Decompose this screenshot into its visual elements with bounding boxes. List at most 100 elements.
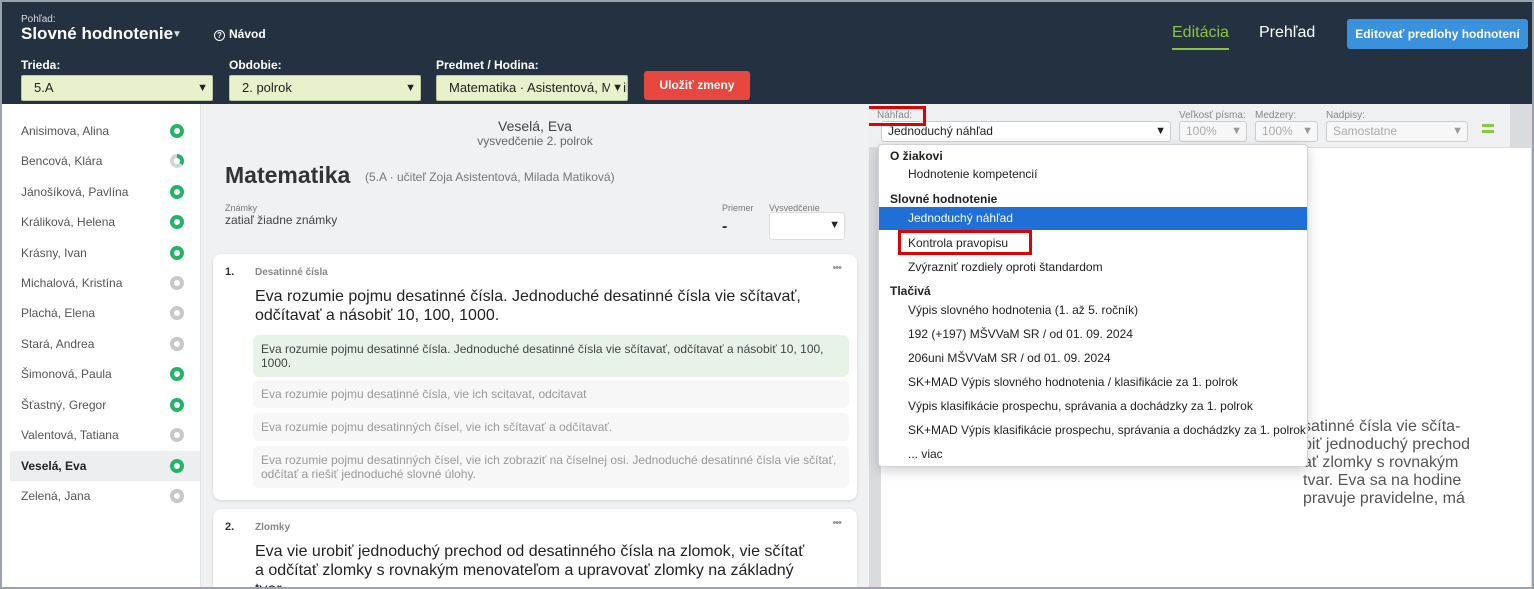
dropdown-item[interactable]: 192 (+197) MŠVVaM SR / od 01. 09. 2024	[879, 323, 1307, 346]
student-item[interactable]: Michalová, Kristína	[10, 268, 200, 298]
chevron-down-icon: ▼	[1302, 125, 1313, 137]
dropdown-group-label: O žiakovi	[890, 149, 943, 163]
chevron-down-icon: ▼	[829, 219, 840, 231]
option-item[interactable]: Eva rozumie pojmu desatinných čísel, vie…	[253, 446, 849, 488]
student-item[interactable]: Anisimova, Alina	[10, 116, 200, 146]
edit-templates-button[interactable]: Editovať predlohy hodnotení	[1347, 19, 1528, 49]
grades-value: zatiaľ žiadne známky	[225, 213, 338, 227]
student-name: Šťastný, Gregor	[21, 398, 107, 412]
headings-select[interactable]: Samostatne ▼	[1326, 121, 1468, 142]
dropdown-item-more[interactable]: ... viac	[879, 443, 1307, 466]
subject-title: Matematika	[225, 162, 351, 188]
font-size-value: 100%	[1186, 124, 1217, 138]
criterion-title: Desatinné čísla	[255, 267, 328, 278]
student-list: Anisimova, Alina Bencová, Klára Jánošíko…	[0, 104, 201, 589]
tab-edit[interactable]: Editácia	[1172, 24, 1229, 50]
chevron-down-icon: ▼	[1155, 125, 1166, 137]
save-button[interactable]: Uložiť zmeny	[644, 71, 750, 100]
student-item[interactable]: Šťastný, Gregor	[10, 390, 200, 420]
student-name: Veselá, Eva	[21, 459, 87, 473]
dropdown-item[interactable]: 206uni MŠVVaM SR / od 01. 09. 2024	[879, 347, 1307, 370]
help-label: Návod	[229, 27, 266, 41]
preview-select-value: Jednoduchý náhľad	[888, 124, 993, 138]
criterion-card: 2. Zlomky ••• Eva vie urobiť jednoduchý …	[213, 509, 857, 589]
dropdown-item[interactable]: SK+MAD Výpis klasifikácie prospechu, spr…	[879, 419, 1307, 442]
student-item[interactable]: Králiková, Helena	[10, 207, 200, 237]
period-select[interactable]: 2. polrok ▼	[229, 75, 421, 101]
criterion-text[interactable]: Eva rozumie pojmu desatinné čísla. Jedno…	[255, 287, 815, 325]
dropdown-item[interactable]: SK+MAD Výpis slovného hodnotenia / klasi…	[879, 371, 1307, 394]
status-complete-icon	[170, 398, 184, 412]
status-complete-icon	[170, 246, 184, 260]
document-line: pravuje pravidelne, má	[1303, 490, 1465, 507]
chevron-down-icon: ▼	[1452, 125, 1463, 137]
help-link[interactable]: ? Návod	[214, 27, 266, 41]
student-item[interactable]: Stará, Andrea	[10, 329, 200, 359]
spacing-select[interactable]: 100% ▼	[1255, 121, 1318, 142]
average-value: -	[722, 218, 728, 235]
status-complete-icon	[170, 367, 184, 381]
subject-select[interactable]: Matematika · Asistentová, Matiková▼	[436, 75, 628, 101]
font-size-label: Veľkosť písma:	[1179, 110, 1246, 121]
chevron-down-icon: ▼	[1231, 125, 1242, 137]
menu-icon[interactable]	[1482, 124, 1494, 134]
status-empty-icon	[170, 489, 184, 503]
tab-overview[interactable]: Prehľad	[1259, 24, 1315, 42]
average-label: Priemer	[722, 203, 754, 213]
document-line: satinné čísla vie sčíta-	[1303, 418, 1461, 435]
preview-toolbar: Náhľad: Jednoduchý náhľad ▼ Veľkosť písma…	[869, 104, 1510, 147]
option-selected[interactable]: Eva rozumie pojmu desatinné čísla. Jedno…	[253, 335, 849, 377]
document-line: ať zlomky s rovnakým	[1303, 454, 1459, 471]
document-text: satinné čísla vie sčíta- biť jednoduchý …	[1303, 418, 1503, 508]
student-item[interactable]: Krásny, Ivan	[10, 238, 200, 268]
status-complete-icon	[170, 124, 184, 138]
subject-meta: (5.A · učiteľ Zoja Asistentová, Milada M…	[365, 170, 615, 184]
period-label: Obdobie:	[229, 58, 282, 72]
dropdown-item[interactable]: Zvýrazniť rozdiely oproti štandardom	[879, 256, 1307, 279]
student-item[interactable]: Plachá, Elena	[10, 298, 200, 328]
student-name: Zelená, Jana	[21, 489, 91, 503]
dropdown-group-label: Tlačivá	[890, 284, 931, 298]
student-name: Králiková, Helena	[21, 215, 116, 229]
callout-highlight-spellcheck	[898, 230, 1032, 255]
student-name: Stará, Andrea	[21, 337, 95, 351]
view-title[interactable]: Slovné hodnotenie	[21, 24, 173, 44]
document-line: biť jednoduchý prechod	[1303, 436, 1471, 453]
student-name: Šimonová, Paula	[21, 367, 112, 381]
period-select-value: 2. polrok	[242, 80, 292, 95]
student-name: Plachá, Elena	[21, 306, 96, 320]
dropdown-item[interactable]: Výpis slovného hodnotenia (1. až 5. ročn…	[879, 299, 1307, 322]
student-item[interactable]: Zelená, Jana	[10, 481, 200, 511]
status-complete-icon	[170, 459, 184, 473]
option-item[interactable]: Eva rozumie pojmu desatinné čísla, vie i…	[253, 380, 849, 408]
student-name: Bencová, Klára	[21, 154, 103, 168]
status-empty-icon	[170, 337, 184, 351]
certificate-select[interactable]: ▼	[769, 212, 845, 240]
font-size-select[interactable]: 100% ▼	[1179, 121, 1247, 142]
chevron-down-icon: ▼	[197, 82, 208, 94]
option-item[interactable]: Eva rozumie pojmu desatinných čísel, vie…	[253, 413, 849, 441]
status-complete-icon	[170, 185, 184, 199]
document-line: tvar. Eva sa na hodine	[1303, 472, 1462, 489]
dropdown-item-selected[interactable]: Jednoduchý náhľad	[879, 207, 1307, 230]
more-options-icon[interactable]: •••	[832, 262, 842, 274]
evaluation-editor: Veselá, Eva vysvedčenie 2. polrok Matema…	[201, 104, 869, 589]
spacing-label: Medzery:	[1255, 110, 1297, 121]
student-item[interactable]: Valentová, Tatiana	[10, 420, 200, 450]
grades-label: Známky	[225, 203, 258, 213]
student-item[interactable]: Šimonová, Paula	[10, 359, 200, 389]
student-name: Valentová, Tatiana	[21, 428, 119, 442]
student-item-active[interactable]: Veselá, Eva	[10, 451, 200, 481]
student-item[interactable]: Bencová, Klára	[10, 146, 200, 176]
view-caret-down-icon[interactable]: ▼	[172, 29, 182, 40]
dropdown-item[interactable]: Hodnotenie kompetencií	[879, 163, 1307, 186]
criterion-text[interactable]: Eva vie urobiť jednoduchý prechod od des…	[255, 542, 815, 589]
student-name: Anisimova, Alina	[21, 124, 110, 138]
dropdown-item[interactable]: Výpis klasifikácie prospechu, správania …	[879, 395, 1307, 418]
student-item[interactable]: Jánošíková, Pavlína	[10, 177, 200, 207]
class-select[interactable]: 5.A ▼	[21, 75, 213, 101]
chevron-down-icon: ▼	[610, 76, 623, 100]
subject-select-value: Matematika · Asistentová, Matiková	[449, 80, 627, 95]
more-options-icon[interactable]: •••	[832, 517, 842, 529]
student-title: Veselá, Eva	[498, 118, 572, 134]
